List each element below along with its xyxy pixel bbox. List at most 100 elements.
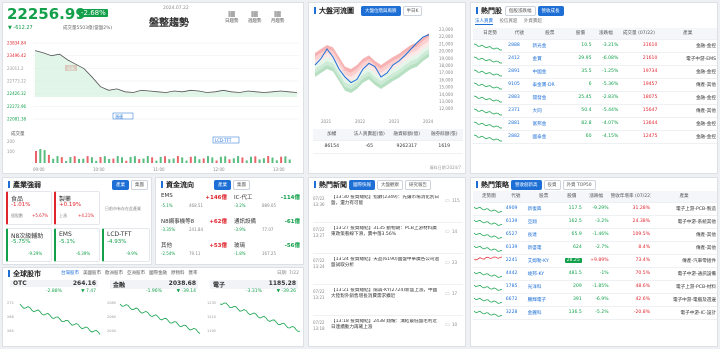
table-row[interactable]: 4442 竣邦-KY 481.5 -1% 70.5% 電子中游-通訊設備 <box>473 267 717 281</box>
volume-bar <box>189 156 192 163</box>
river-chart: 23,000 22,000 21,000 20,000 19,000 18,000 17,0… <box>314 27 453 124</box>
column-header[interactable]: 走勢圖 <box>473 191 505 203</box>
svg-text:1230: 1230 <box>207 301 216 305</box>
capital-card[interactable]: N8網事機等8 +62億 -3.35% 241.84 <box>159 215 229 237</box>
global-tab[interactable]: 台灣股市 <box>61 271 79 276</box>
tab-industry[interactable]: 產業 <box>112 180 129 190</box>
global-tab[interactable]: 歐洲股市 <box>105 271 123 276</box>
global-tab[interactable]: 亞洲股市 <box>127 271 145 276</box>
subtab-institution[interactable]: 法人買賣 <box>475 19 493 25</box>
table-row[interactable]: 6139 亞翔 162.5 -3.2% 24.38% 電子中游-系統其他 <box>473 215 717 229</box>
capital-card[interactable]: EMS +146億 -5.1% 468.51 <box>159 191 229 213</box>
table-row[interactable]: 2888 新光金 10.5 -3.21% 31610 金融-金控 <box>473 39 717 53</box>
global-tab[interactable]: 原物料 <box>171 271 185 276</box>
month-trend-button[interactable]: ▦ 月趨勢 <box>271 9 285 24</box>
global-tab[interactable]: 匯率 <box>189 271 198 276</box>
global-card[interactable]: 電子 1185.28 -3.31% ▼ -39.26 1230 1210 1190 <box>206 279 302 345</box>
table-row[interactable]: 2882 國泰金 60 -4.15% 12475 金融-金控 <box>473 130 717 144</box>
global-card[interactable]: OTC 264.16 -2.88% ▼ 7.47 272 268 264 <box>6 279 102 345</box>
column-header[interactable]: 日走勢 <box>473 28 508 40</box>
news-item[interactable]: 07/22 13:24 【13:24 投資總結】天品(6190)國盤中華廣各公司過盤… <box>313 254 463 285</box>
volume-bar <box>275 160 278 163</box>
global-markets-panel: 全球股市 台灣股市 美國股市 歐洲股市 亞洲股市 國際金融 原物料 匯率 日期: 7/22 … <box>2 267 304 347</box>
industry-card-n8[interactable]: N8次級輔助 -5.75% -9.29% <box>6 228 52 262</box>
industry-card-food[interactable]: 食品 -1.01% 個股數 +5.67% <box>6 191 52 225</box>
industry-note: 日前市有存在此產業 <box>105 206 141 211</box>
column-header[interactable]: 股價 <box>568 28 593 40</box>
volume-bar <box>133 156 136 163</box>
capital-card[interactable]: 玻璃 -56億 -1.8% 167.25 <box>232 239 302 261</box>
table-row[interactable]: 2883 開發金 25.45 -2.83% 18075 金融-金控 <box>473 91 717 105</box>
tab-foreign-top50[interactable]: 外資 TOP50 <box>562 180 596 190</box>
tab-invest[interactable]: 投資 <box>543 180 561 190</box>
column-header[interactable]: 產業 <box>658 28 717 40</box>
capital-card[interactable]: IC-代工 -114億 -3.2% 889.05 <box>232 191 302 213</box>
table-row[interactable]: 2241 艾姆勒-KY 28.25 +9.89% 73.4% 傳產-汽車零組件 <box>473 254 717 268</box>
table-row[interactable]: 2891 中國金 35.5 -1.25% 19734 金融-金控 <box>473 65 717 79</box>
sparkline-6 <box>474 121 502 128</box>
table-row[interactable]: 6672 騰輝電子 391 -6.9% 42.6% 電子中游-電腦及週邊 <box>473 293 717 307</box>
industry-card-lcd[interactable]: LCD-TFT -4.93% -9.9% <box>102 228 150 262</box>
global-tab[interactable]: 美國股市 <box>83 271 101 276</box>
global-card[interactable]: 金融 2038.68 -1.96% ▼ -39.14 2080 2060 2040 <box>106 279 202 345</box>
news-item[interactable]: 07/22 13:18 【13:18 投資總結】2438 翔耀：溝結最低盤毛利近日連… <box>313 316 463 346</box>
capital-card[interactable]: 其他 +53億 -2.54% 79.11 <box>159 239 229 261</box>
table-row[interactable]: 2881 富邦金 82.8 -4.07% 13644 金融-金控 <box>473 117 717 131</box>
table-row[interactable]: 2412 金寶 29.95 -6.08% 21610 電子中游-EMS <box>473 52 717 66</box>
volume-bar <box>176 156 179 163</box>
column-header[interactable]: 代號 <box>504 191 527 203</box>
capital-flow-panel: 資金流向 產業 集團 EMS +146億 -5.1% 468.51 IC-代工 -114億 -… <box>155 177 304 265</box>
industry-card-pharma[interactable]: 製藥 +0.19% 上漲 +4.21% <box>54 191 100 225</box>
table-row[interactable]: 2371 大同 50.4 -5.44% 15647 傳產-其他 <box>473 104 717 118</box>
column-header[interactable]: 成交量 (07/22) <box>619 28 659 40</box>
tab-capital-industry[interactable]: 產業 <box>214 180 231 190</box>
capital-card[interactable]: 通訊設備 -61億 -3.9% 77.07 <box>232 215 302 237</box>
tab-group[interactable]: 集團 <box>131 180 148 190</box>
volume-bar <box>267 156 270 163</box>
table-row[interactable]: 3228 金麗科 136.5 -5.2% -20.8% 電子中游-IC-設計 <box>473 306 717 320</box>
volume-bar <box>47 154 50 163</box>
subtab-foreign-sell[interactable]: 外資賣超 <box>524 19 542 24</box>
hot-stocks-title: 熱門股 <box>476 6 502 16</box>
tab-market-watch[interactable]: 大盤觀察 <box>377 180 403 190</box>
volume-bar <box>35 151 37 163</box>
column-header[interactable]: 股票 <box>526 191 561 203</box>
news-item[interactable]: 07/22 13:36 【13:30 投資總結】指數(2349)：先讓市場消化別日盤… <box>313 192 463 223</box>
calendar-icon: ▦ <box>250 9 259 18</box>
column-header[interactable]: 營收年增率 (07/22) <box>609 191 652 203</box>
tab-research[interactable]: 研究報告 <box>405 180 431 190</box>
river-y-tick: 23,000 <box>439 27 453 32</box>
table-row[interactable]: 1785 光洋科 209 -1.85% 48.6% 電子上游-PCB-材料 <box>473 280 717 294</box>
svg-text:2060: 2060 <box>107 315 116 319</box>
column-header[interactable]: 漲跌幅 <box>582 191 610 203</box>
subtab-trust-buy[interactable]: 投信買超 <box>499 19 517 24</box>
tab-intl-news[interactable]: 國際快報 <box>349 180 375 190</box>
volume-bar <box>250 156 252 163</box>
volume-bar <box>245 160 248 163</box>
news-item[interactable]: 07/22 13:27 【13:27 投資總結】3135 動物期：PCB上游材料廣東… <box>313 223 463 254</box>
day-trend-button[interactable]: ▦ 日趨勢 <box>225 9 239 24</box>
tab-revenue-growth[interactable]: 營收成長 <box>537 6 564 16</box>
column-header[interactable]: 漲跌幅 <box>592 28 620 40</box>
tab-capital-group[interactable]: 集團 <box>233 180 250 190</box>
week-trend-button[interactable]: ▦ 週趨勢 <box>248 9 262 24</box>
news-item[interactable]: 07/22 13:21 【13:21 投資總結】陽森-KY(2724)新盛上漲，中國… <box>313 285 463 316</box>
column-header[interactable]: 代號 <box>507 28 532 40</box>
column-header[interactable]: 股價 <box>560 191 583 203</box>
column-header[interactable]: 產業 <box>651 191 717 203</box>
volume-bar <box>78 158 80 163</box>
volume-bar <box>219 156 222 163</box>
industry-card-ems[interactable]: EMS -5.1% -6.39% <box>54 228 100 262</box>
news-list: 07/22 13:36 【13:30 投資總結】指數(2349)：先讓市場消化別日盤… <box>313 192 463 346</box>
global-sparkline: 1230 1210 1190 <box>207 301 301 333</box>
global-tab[interactable]: 國際金融 <box>149 271 167 276</box>
column-header[interactable]: 股票 <box>531 28 569 40</box>
tab-price-change[interactable]: 個股漲跌幅 <box>505 6 536 16</box>
table-row[interactable]: 9105 泰金寶-DR 6 -5.36% 19457 傳產-其他 <box>473 78 717 92</box>
strategy-table: 走勢圖 代號 股票 股價 漲跌幅 營收年增率 (07/22) 產業 4909 新復興 117.5-… <box>473 191 717 320</box>
table-row[interactable]: 4909 新復興 117.5 -9.29% 31.28% 電子上游-PCB-製造 <box>473 202 717 216</box>
tab-revenue-high[interactable]: 營收創新高 <box>511 180 542 190</box>
river-year-tick: 2024 <box>423 119 434 124</box>
table-row[interactable]: 6139 新盛電 624 -2.7% 8.4% 傳產-其他 <box>473 241 717 255</box>
table-row[interactable]: 6527 長達 65.9 -1.46% 109.5% 傳產-其他 <box>473 228 717 242</box>
